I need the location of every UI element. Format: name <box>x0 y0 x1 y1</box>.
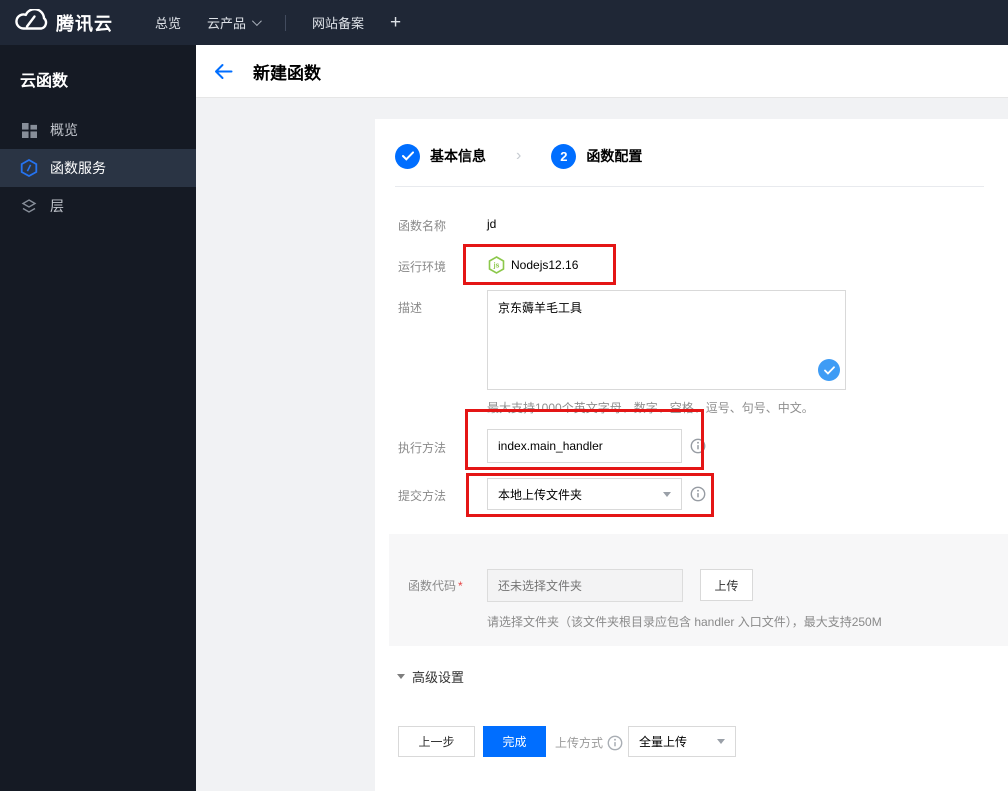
layers-icon <box>20 197 38 215</box>
svg-text:js: js <box>493 263 500 270</box>
check-badge-icon <box>818 359 840 381</box>
caret-down-icon <box>663 491 671 497</box>
arrow-left-icon <box>215 63 233 79</box>
add-tab-icon[interactable]: + <box>390 12 401 34</box>
runtime-label: 运行环境 <box>398 260 447 274</box>
description-helper: 最大支持1000个英文字母、数字、空格、逗号、句号、中文。 <box>487 401 814 415</box>
step1-label: 基本信息 <box>430 148 486 164</box>
sidebar-item-label: 函数服务 <box>50 160 106 176</box>
folder-path-input <box>487 569 683 602</box>
function-code-helper: 请选择文件夹（该文件夹根目录应包含 handler 入口文件），最大支持250M <box>487 615 882 629</box>
finish-button[interactable]: 完成 <box>483 726 546 757</box>
submit-method-value: 本地上传文件夹 <box>498 487 583 502</box>
submit-method-select[interactable]: 本地上传文件夹 <box>487 478 682 510</box>
nav-item-icp-filing[interactable]: 网站备案 <box>312 13 364 32</box>
sidebar: 云函数 概览 函数服务 层 <box>0 45 196 791</box>
upload-button[interactable]: 上传 <box>700 569 753 601</box>
upload-mode-select[interactable]: 全量上传 <box>628 726 736 757</box>
function-name-value: jd <box>487 217 497 231</box>
chevron-right-icon: › <box>516 147 522 164</box>
check-icon <box>401 151 414 161</box>
nav-item-products[interactable]: 云产品 <box>207 13 262 32</box>
sidebar-item-function-service[interactable]: 函数服务 <box>0 149 196 187</box>
page-title: 新建函数 <box>253 63 321 83</box>
function-hexagon-icon <box>20 159 38 177</box>
brand-name: 腾讯云 <box>56 13 113 34</box>
page-header: 新建函数 <box>196 45 1008 98</box>
required-mark: * <box>458 579 463 593</box>
grid-icon <box>20 121 38 139</box>
back-button[interactable] <box>214 63 233 80</box>
previous-step-button[interactable]: 上一步 <box>398 726 475 757</box>
nav-item-overview[interactable]: 总览 <box>155 13 181 32</box>
content-area: 基本信息 › 2 函数配置 函数名称 jd 运行环境 js Nodejs12.1… <box>196 99 1008 791</box>
function-code-label: 函数代码 * <box>408 579 463 593</box>
handler-input[interactable] <box>487 429 682 463</box>
advanced-settings-label: 高级设置 <box>412 670 465 685</box>
sidebar-item-label: 层 <box>50 198 64 214</box>
cloud-logo-icon <box>14 8 48 36</box>
chevron-down-icon <box>251 16 262 27</box>
triangle-down-icon <box>397 674 405 679</box>
function-name-label: 函数名称 <box>398 219 447 233</box>
submit-method-label: 提交方法 <box>398 489 447 503</box>
nav-divider <box>285 14 287 31</box>
sidebar-item-layers[interactable]: 层 <box>0 187 196 225</box>
sidebar-item-overview[interactable]: 概览 <box>0 111 196 149</box>
top-navbar: 腾讯云 总览 云产品 网站备案 + <box>0 0 1008 45</box>
submit-method-info-icon[interactable] <box>690 486 706 502</box>
handler-label: 执行方法 <box>398 441 447 455</box>
description-label: 描述 <box>398 301 423 315</box>
sidebar-item-label: 概览 <box>50 122 78 138</box>
upload-mode-label: 上传方式 <box>555 736 604 750</box>
step1-done-circle <box>395 143 420 169</box>
step2-number-circle: 2 <box>551 143 577 169</box>
upload-mode-label-group: 上传方式 <box>555 734 623 751</box>
nodejs-icon: js <box>488 256 505 279</box>
runtime-value: Nodejs12.16 <box>511 258 579 272</box>
create-function-card: 基本信息 › 2 函数配置 函数名称 jd 运行环境 js Nodejs12.1… <box>375 119 1008 791</box>
steps-divider <box>395 186 984 187</box>
description-textarea[interactable]: 京东薅羊毛工具 <box>487 290 846 390</box>
sidebar-title: 云函数 <box>20 73 69 90</box>
step2-label: 函数配置 <box>586 148 643 164</box>
upload-mode-value: 全量上传 <box>639 735 688 749</box>
handler-info-icon[interactable] <box>690 438 706 454</box>
main-area: 新建函数 基本信息 › 2 函数配置 函数名称 jd 运行环境 js Nodej… <box>196 45 1008 791</box>
step-indicator: 基本信息 › 2 函数配置 <box>395 143 642 169</box>
caret-down-icon <box>717 739 725 744</box>
upload-mode-info-icon[interactable] <box>607 735 623 751</box>
tencent-cloud-logo[interactable]: 腾讯云 <box>0 8 127 36</box>
advanced-settings-toggle[interactable]: 高级设置 <box>397 667 464 686</box>
